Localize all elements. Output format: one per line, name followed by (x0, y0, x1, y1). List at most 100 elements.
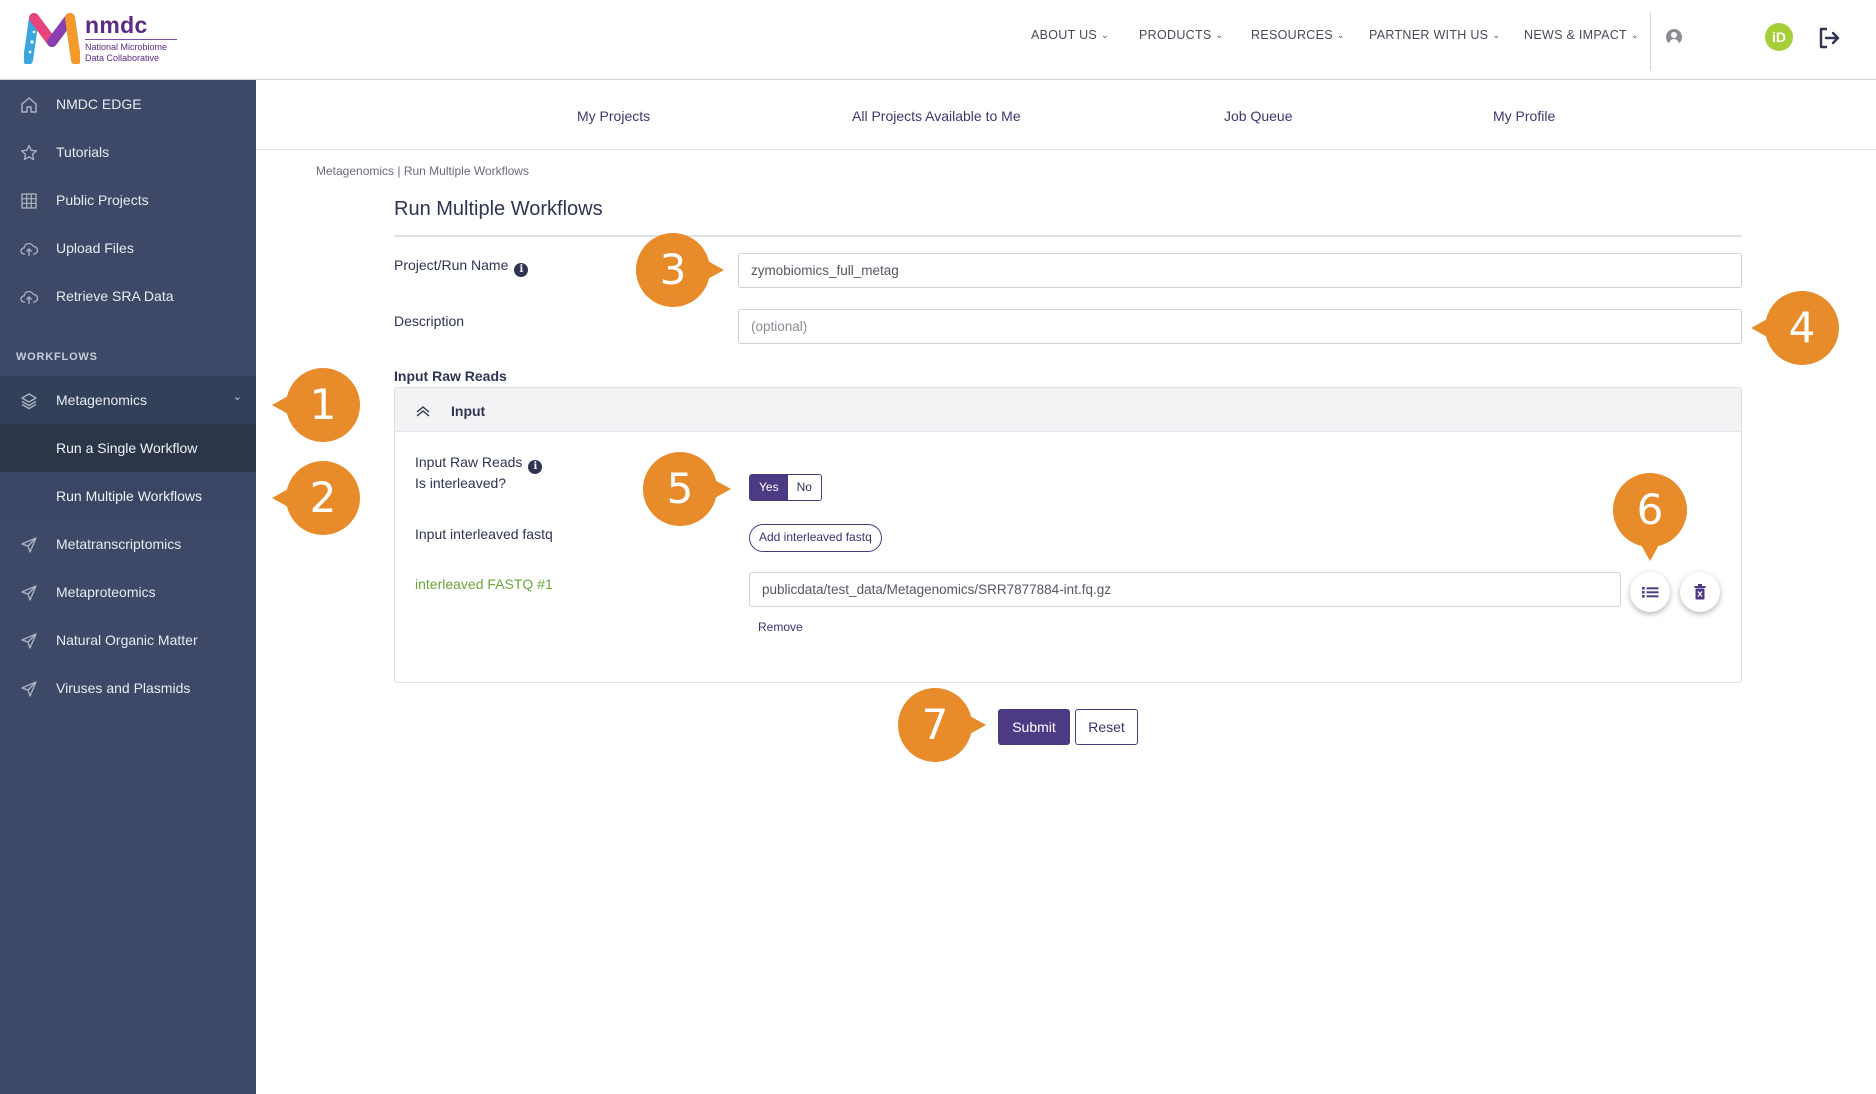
brand-subtitle: National Microbiome Data Collaborative (85, 42, 167, 64)
sidebar-item-natural-organic-matter[interactable]: Natural Organic Matter (0, 616, 256, 664)
nmdc-logo-mark (24, 13, 80, 64)
top-header: nmdc National Microbiome Data Collaborat… (0, 0, 1876, 80)
tab-job-queue[interactable]: Job Queue (1224, 108, 1293, 124)
sidebar-subitem-label: Run Multiple Workflows (56, 488, 203, 504)
callout-badge-6: 6 (1613, 473, 1687, 561)
nav-products[interactable]: PRODUCTS ⌄ (1139, 28, 1223, 42)
logout-icon[interactable] (1817, 26, 1841, 50)
sidebar-item-label: Metagenomics (56, 392, 148, 408)
list-icon (1642, 587, 1659, 598)
chevron-down-icon: ⌄ (1492, 29, 1501, 40)
callout-number: 3 (659, 245, 687, 294)
callout-number: 1 (309, 380, 337, 429)
grid-icon (21, 193, 37, 209)
reset-button[interactable]: Reset (1075, 709, 1138, 745)
chevron-down-icon: ⌄ (1215, 29, 1224, 40)
sidebar-item-label: Upload Files (56, 240, 134, 256)
brand-name: nmdc (85, 12, 148, 38)
brand-subtitle-line1: National Microbiome (85, 42, 168, 52)
nav-about-us-label: ABOUT US (1031, 28, 1098, 42)
description-input[interactable]: (optional) (738, 309, 1742, 344)
orcid-icon[interactable]: iD (1765, 23, 1793, 51)
tab-my-profile[interactable]: My Profile (1493, 108, 1555, 124)
sidebar-item-metatranscriptomics[interactable]: Metatranscriptomics (0, 520, 256, 568)
sidebar-item-label: Natural Organic Matter (56, 632, 198, 648)
sidebar-item-label: Tutorials (56, 144, 110, 160)
sidebar-item-public-projects[interactable]: Public Projects (0, 176, 256, 224)
callout-number: 4 (1788, 303, 1816, 352)
nmdc-logo[interactable]: nmdc National Microbiome Data Collaborat… (24, 12, 184, 68)
callout-badge-7: 7 (898, 688, 986, 762)
breadcrumb: Metagenomics | Run Multiple Workflows (316, 164, 529, 178)
interleaved-question: Is interleaved? (415, 475, 507, 491)
raw-reads-label-text: Input Raw Reads (415, 454, 523, 470)
info-icon[interactable]: i (528, 460, 543, 474)
sidebar: NMDC EDGE Tutorials Public Projects Uplo… (0, 80, 256, 1094)
submit-button[interactable]: Submit (998, 709, 1070, 745)
trash-icon (1694, 584, 1706, 600)
sidebar-item-metagenomics[interactable]: Metagenomics ⌄ (0, 376, 256, 424)
nav-resources[interactable]: RESOURCES ⌄ (1251, 28, 1345, 42)
sub-nav-tabs: My Projects All Projects Available to Me… (256, 80, 1876, 150)
nav-resources-label: RESOURCES (1251, 28, 1333, 42)
info-icon[interactable]: i (514, 263, 529, 277)
callout-number: 6 (1636, 485, 1664, 534)
header-divider (1650, 12, 1651, 70)
sidebar-item-retrieve-sra[interactable]: Retrieve SRA Data (0, 272, 256, 320)
browse-files-button[interactable] (1630, 572, 1670, 612)
callout-badge-1: 1 (272, 368, 360, 442)
raw-reads-label: Input Raw Reads i (415, 454, 543, 474)
user-icon[interactable] (1666, 29, 1682, 45)
sidebar-item-upload-files[interactable]: Upload Files (0, 224, 256, 272)
home-icon (21, 97, 37, 113)
tab-my-projects[interactable]: My Projects (577, 108, 650, 124)
chevron-down-icon: ⌄ (232, 391, 242, 403)
toggle-no-button[interactable]: No (787, 475, 821, 500)
project-name-label-text: Project/Run Name (394, 257, 509, 273)
sidebar-item-nmdc-edge[interactable]: NMDC EDGE (0, 80, 256, 128)
toggle-yes-button[interactable]: Yes (750, 475, 788, 500)
sidebar-item-metaproteomics[interactable]: Metaproteomics (0, 568, 256, 616)
sidebar-item-label: Viruses and Plasmids (56, 680, 191, 696)
project-name-input[interactable]: zymobiomics_full_metag (738, 253, 1742, 288)
layers-icon (21, 393, 37, 410)
nav-news-impact[interactable]: NEWS & IMPACT ⌄ (1524, 28, 1639, 42)
send-icon (21, 681, 37, 697)
fastq-path-input[interactable]: publicdata/test_data/Metagenomics/SRR787… (749, 572, 1621, 607)
project-name-label: Project/Run Name i (394, 257, 529, 277)
sidebar-subitem-run-single[interactable]: Run a Single Workflow (0, 424, 256, 472)
sidebar-subitem-run-multiple[interactable]: Run Multiple Workflows (0, 472, 256, 520)
sidebar-item-label: Metaproteomics (56, 584, 156, 600)
description-label: Description (394, 313, 465, 329)
callout-badge-2: 2 (272, 461, 360, 535)
tab-all-projects[interactable]: All Projects Available to Me (852, 108, 1021, 124)
title-divider (394, 235, 1742, 237)
input-panel-header[interactable]: Input (395, 388, 1741, 432)
brand-subtitle-line2: Data Collaborative (85, 53, 160, 63)
send-icon (21, 633, 37, 649)
callout-badge-3: 3 (636, 233, 724, 307)
chevron-down-icon: ⌄ (1336, 29, 1345, 40)
send-icon (21, 585, 37, 601)
callout-badge-4: 4 (1751, 291, 1839, 365)
nav-partner-with-us[interactable]: PARTNER WITH US ⌄ (1369, 28, 1500, 42)
sidebar-item-tutorials[interactable]: Tutorials (0, 128, 256, 176)
delete-file-button[interactable] (1680, 572, 1720, 612)
interleaved-fastq-label: Input interleaved fastq (415, 526, 553, 542)
sidebar-item-label: NMDC EDGE (56, 96, 142, 112)
cloud-upload-icon (20, 290, 38, 304)
sidebar-item-viruses-plasmids[interactable]: Viruses and Plasmids (0, 664, 256, 712)
callout-number: 7 (921, 700, 949, 749)
add-interleaved-fastq-button[interactable]: Add interleaved fastq (749, 524, 882, 552)
interleaved-toggle: Yes No (749, 474, 822, 501)
nav-partner-label: PARTNER WITH US (1369, 28, 1489, 42)
sidebar-item-label: Retrieve SRA Data (56, 288, 174, 304)
nav-about-us[interactable]: ABOUT US ⌄ (1031, 28, 1109, 42)
sidebar-item-label: Metatranscriptomics (56, 536, 182, 552)
page-title: Run Multiple Workflows (394, 198, 603, 220)
sidebar-subitem-label: Run a Single Workflow (56, 440, 198, 456)
remove-link[interactable]: Remove (758, 620, 803, 634)
input-panel-title: Input (451, 403, 486, 419)
brand-divider (85, 39, 177, 40)
nav-news-label: NEWS & IMPACT (1524, 28, 1627, 42)
